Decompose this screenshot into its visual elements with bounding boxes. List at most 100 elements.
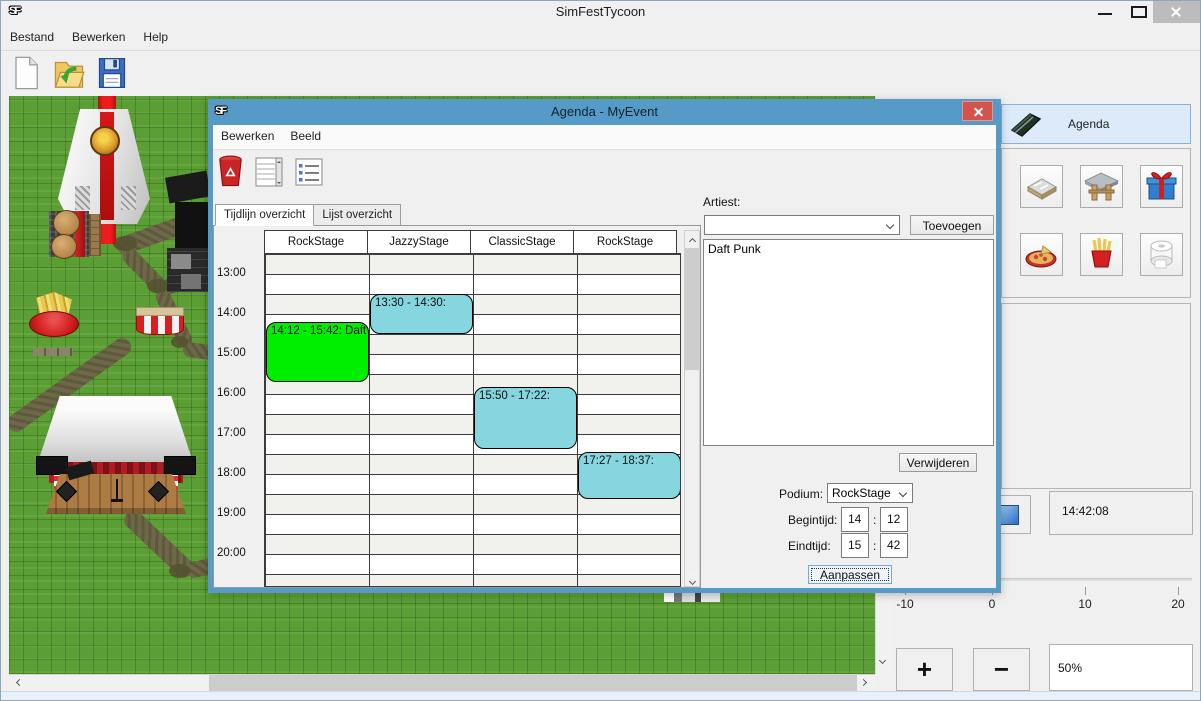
title-bar: SF SimFestTycoon <box>1 1 1200 23</box>
game-clock: 14:42:08 <box>1049 491 1193 535</box>
build-items-panel <box>1001 148 1191 298</box>
end-time-label: Eindtijd: <box>788 539 831 553</box>
end-minute-field[interactable]: 42 <box>880 533 908 558</box>
scrollbar-thumb[interactable] <box>209 675 857 692</box>
timeline-table: RockStageJazzyStageClassicStageRockStage… <box>264 230 676 254</box>
tent-leg <box>121 186 136 210</box>
chevron-down-icon <box>886 221 894 229</box>
tab-tijdlijn-overzicht[interactable]: Tijdlijn overzicht <box>215 204 314 226</box>
path-junction <box>169 564 190 578</box>
burger <box>51 234 77 259</box>
item-gate-button[interactable] <box>1080 165 1123 208</box>
list-view-button[interactable] <box>295 158 323 191</box>
dialog-close-button[interactable] <box>962 101 993 121</box>
hour-label: 15:00 <box>217 347 246 359</box>
stage-column-header-0: RockStage <box>264 230 368 254</box>
artist-label: Artiest: <box>703 195 740 209</box>
zoom-out-button[interactable]: − <box>973 648 1030 691</box>
dialog-title: Agenda - MyEvent <box>208 104 1001 119</box>
item-toilet-paper-button[interactable] <box>1140 233 1183 276</box>
schedule-event-3[interactable]: 17:27 - 18:37: <box>578 452 681 499</box>
path-junction <box>147 279 168 293</box>
schedule-view-button[interactable] <box>255 157 283 192</box>
item-fries-button[interactable] <box>1080 233 1123 276</box>
sound-rig[interactable] <box>165 171 211 204</box>
play-icon <box>999 505 1019 525</box>
item-pizza-button[interactable] <box>1020 233 1063 276</box>
zoom-in-button[interactable]: + <box>896 648 953 691</box>
podium-combobox[interactable]: RockStage <box>827 483 913 503</box>
scroll-down-icon[interactable] <box>879 657 886 664</box>
stage-column-header-2: ClassicStage <box>470 230 574 254</box>
agenda-dialog: SF Agenda - MyEvent BewerkenBeeld Tijdli… <box>208 99 1001 593</box>
apply-button[interactable]: Aanpassen <box>808 565 892 584</box>
pizza-icon <box>1021 234 1062 275</box>
fries-stand[interactable] <box>29 311 79 337</box>
slider-tick <box>1085 587 1086 595</box>
slider-label: 20 <box>1171 597 1184 611</box>
list-view-icon <box>295 158 323 186</box>
scroll-left-icon[interactable] <box>16 679 23 686</box>
stage-column-header-3: RockStage <box>573 230 677 254</box>
slider-label: 10 <box>1078 597 1091 611</box>
item-floor-tile-button[interactable] <box>1020 165 1063 208</box>
main-window: SF SimFestTycoon BestandBewerkenHelp <box>0 0 1201 701</box>
ticket-stand[interactable] <box>136 316 184 335</box>
begin-time-label: Begintijd: <box>788 513 837 527</box>
slider-label: -10 <box>896 597 913 611</box>
mic-stand <box>116 479 118 500</box>
bench[interactable] <box>89 214 101 256</box>
tab-lijst-overzicht[interactable]: Lijst overzicht <box>313 204 401 226</box>
zoom-level: 50% <box>1049 644 1193 691</box>
open-file-button[interactable] <box>53 56 85 95</box>
schedule-event-2[interactable]: 15:50 - 17:22: <box>474 387 577 448</box>
scrollbar-thumb[interactable] <box>685 248 699 370</box>
save-file-button[interactable] <box>97 56 127 95</box>
toilet-paper-icon <box>1141 234 1182 275</box>
artist-list-item[interactable]: Daft Punk <box>704 240 993 258</box>
agenda-book-icon <box>1006 108 1044 140</box>
menu-item-bewerken[interactable]: Bewerken <box>63 25 134 44</box>
trash-icon <box>217 155 244 188</box>
map-horizontal-scrollbar[interactable] <box>9 674 875 691</box>
menu-item-help[interactable]: Help <box>134 25 177 44</box>
delete-event-button[interactable] <box>217 155 244 193</box>
add-artist-button[interactable]: Toevoegen <box>910 215 994 235</box>
new-file-icon <box>11 56 41 90</box>
close-button[interactable] <box>1153 1 1200 23</box>
new-file-button[interactable] <box>11 56 41 95</box>
dialog-menu-item-beeld[interactable]: Beeld <box>282 125 329 143</box>
scroll-down-button[interactable] <box>685 571 699 586</box>
stage-roof[interactable] <box>38 396 193 462</box>
artist-combobox[interactable] <box>704 215 900 235</box>
slider-tick <box>1178 587 1179 595</box>
schedule-view-icon <box>255 157 283 187</box>
save-file-icon <box>97 56 127 90</box>
schedule-event-0[interactable]: 14:12 - 15:42: Daft Punk <box>266 322 369 382</box>
dialog-title-bar[interactable]: SF Agenda - MyEvent <box>208 99 1001 125</box>
begin-hour-field[interactable]: 14 <box>841 507 869 532</box>
item-gift-button[interactable] <box>1140 165 1183 208</box>
podium-label: Podium: <box>779 487 823 501</box>
maximize-button[interactable] <box>1125 1 1153 23</box>
timeline-scrollbar[interactable] <box>684 230 700 587</box>
artist-listbox[interactable]: Daft Punk <box>703 239 994 446</box>
remove-artist-button[interactable]: Verwijderen <box>899 453 977 472</box>
maximize-icon <box>1131 6 1147 18</box>
schedule-event-1[interactable]: 13:30 - 14:30: <box>370 294 473 334</box>
begin-minute-field[interactable]: 12 <box>880 507 908 532</box>
open-file-icon <box>53 56 85 90</box>
hour-label: 19:00 <box>217 507 246 519</box>
dialog-menu-item-bewerken[interactable]: Bewerken <box>213 125 282 143</box>
end-hour-field[interactable]: 15 <box>841 533 869 558</box>
timeline-grid[interactable]: 14:12 - 15:42: Daft Punk13:30 - 14:30: 15… <box>264 253 681 587</box>
sound-rig[interactable] <box>175 202 209 250</box>
hour-label: 16:00 <box>217 387 246 399</box>
scroll-right-icon[interactable] <box>860 679 867 686</box>
scroll-up-button[interactable] <box>685 231 699 246</box>
menu-item-bestand[interactable]: Bestand <box>1 25 63 44</box>
minimize-button[interactable] <box>1091 1 1119 23</box>
hour-label: 20:00 <box>217 547 246 559</box>
window-title: SimFestTycoon <box>1 4 1200 19</box>
agenda-button[interactable]: Agenda <box>1001 104 1191 144</box>
